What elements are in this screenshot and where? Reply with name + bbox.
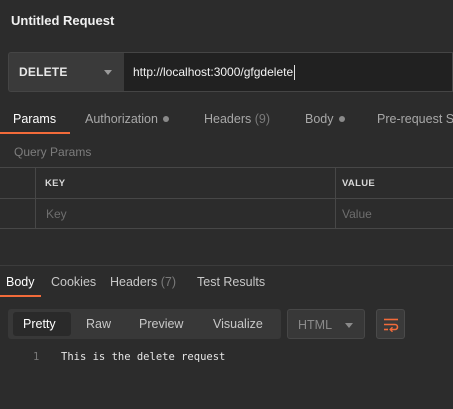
url-bar: DELETE http://localhost:3000/gfgdelete bbox=[8, 52, 453, 92]
line-text: This is the delete request bbox=[61, 351, 226, 363]
method-dropdown[interactable]: DELETE bbox=[8, 52, 124, 92]
response-tabs: Body Cookies Headers (7) Test Results bbox=[0, 270, 453, 298]
wrap-lines-icon bbox=[384, 318, 399, 332]
response-body-line: 1 This is the delete request bbox=[0, 350, 453, 366]
format-dropdown[interactable]: HTML bbox=[287, 309, 365, 339]
table-column-divider bbox=[35, 167, 36, 229]
request-title[interactable]: Untitled Request bbox=[11, 13, 114, 28]
table-border-mid bbox=[0, 198, 453, 199]
tab-body[interactable]: Body bbox=[305, 112, 345, 126]
request-tabs: Params Authorization Headers (9) Body Pr… bbox=[0, 104, 453, 134]
query-params-table: KEY VALUE Key Value bbox=[0, 167, 453, 229]
view-visualize-button[interactable]: Visualize bbox=[213, 317, 263, 331]
column-header-key: KEY bbox=[45, 178, 66, 189]
tab-headers[interactable]: Headers (9) bbox=[204, 112, 270, 126]
key-input[interactable]: Key bbox=[46, 207, 67, 221]
status-dot-icon bbox=[338, 115, 345, 122]
wrap-lines-button[interactable] bbox=[376, 309, 405, 339]
tab-test-results[interactable]: Test Results bbox=[197, 275, 265, 289]
chevron-down-icon bbox=[345, 323, 353, 328]
table-border-bottom bbox=[0, 228, 453, 229]
response-headers-count: (7) bbox=[160, 275, 177, 289]
headers-count: (9) bbox=[254, 112, 271, 126]
column-header-value: VALUE bbox=[342, 178, 375, 189]
tab-pre-request-script[interactable]: Pre-request S bbox=[377, 112, 453, 126]
url-text: http://localhost:3000/gfgdelete bbox=[133, 65, 294, 79]
active-tab-indicator bbox=[0, 132, 70, 134]
url-input[interactable]: http://localhost:3000/gfgdelete bbox=[124, 52, 453, 92]
request-title-bar: Untitled Request bbox=[0, 0, 453, 44]
method-label: DELETE bbox=[19, 65, 68, 79]
text-cursor bbox=[294, 64, 296, 80]
tab-authorization[interactable]: Authorization bbox=[85, 112, 169, 126]
pane-divider[interactable] bbox=[0, 265, 453, 266]
query-params-label: Query Params bbox=[14, 145, 92, 159]
status-dot-icon bbox=[162, 115, 169, 122]
view-raw-button[interactable]: Raw bbox=[86, 317, 111, 331]
response-view-toolbar: Pretty Raw Preview Visualize bbox=[8, 309, 281, 339]
format-label: HTML bbox=[298, 318, 333, 332]
table-column-divider bbox=[335, 167, 336, 229]
table-border-top bbox=[0, 167, 453, 168]
view-pretty-button[interactable]: Pretty bbox=[23, 317, 56, 331]
tab-response-body[interactable]: Body bbox=[6, 275, 35, 289]
line-number: 1 bbox=[33, 351, 40, 363]
view-preview-button[interactable]: Preview bbox=[139, 317, 183, 331]
tab-response-headers[interactable]: Headers (7) bbox=[110, 275, 176, 289]
tab-cookies[interactable]: Cookies bbox=[51, 275, 96, 289]
tab-params[interactable]: Params bbox=[13, 112, 56, 126]
chevron-down-icon bbox=[104, 70, 112, 75]
value-input[interactable]: Value bbox=[342, 207, 372, 221]
active-response-tab-indicator bbox=[0, 295, 41, 297]
